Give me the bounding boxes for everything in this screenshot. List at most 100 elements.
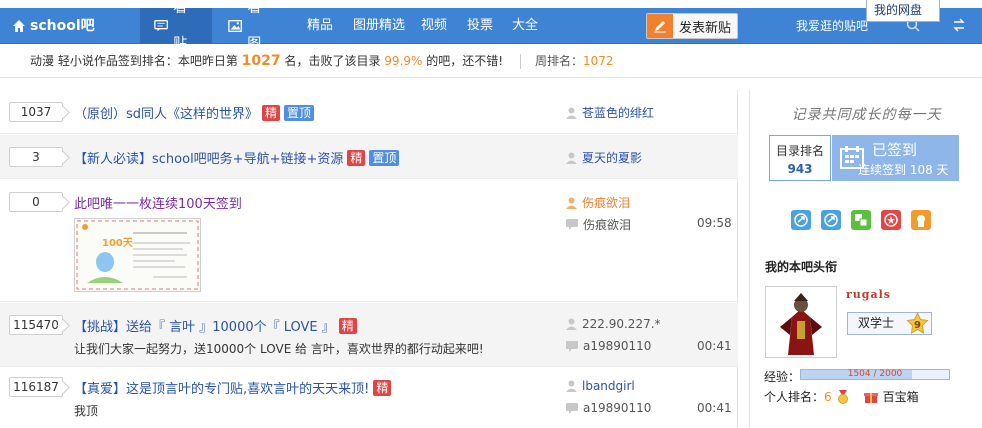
medal-icon <box>837 389 848 404</box>
experience-text: 1504 / 2000 <box>847 369 903 379</box>
sign-info-prefix: 动漫 轻小说作品签到排名：本吧昨日第 <box>30 54 238 68</box>
reply-count: 3 <box>9 147 63 167</box>
thread-title-link[interactable]: （原创）sd同人《这样的世界》精置顶 <box>74 103 315 122</box>
sign-percent: 99.9% <box>384 54 423 68</box>
thread-title[interactable]: 此吧唯一一枚连续100天签到 <box>74 193 242 212</box>
reply-count: 1037 <box>9 102 63 122</box>
brand-label: school吧 <box>30 18 95 34</box>
tab-images[interactable]: 看图 <box>214 0 286 52</box>
sign-info-bar: 动漫 轻小说作品签到排名：本吧昨日第 1027 名，击败了该目录 99.9% 的… <box>0 45 982 78</box>
thread-author[interactable]: lbandgirl <box>566 379 635 393</box>
gift-icon[interactable] <box>911 210 931 230</box>
last-reply-time: 09:58 <box>697 216 732 230</box>
thread-abstract: 让我们大家一起努力，送10000个 LOVE 给 言叶，喜欢世界的都行动起来吧! <box>74 342 484 356</box>
checkin-certificate-image: 100天 <box>75 219 200 291</box>
user-icon <box>566 152 577 164</box>
thread-title-link[interactable]: 【新人必读】school吧吧务+导航+链接+资源精置顶 <box>74 148 400 167</box>
thread-author[interactable]: 夏天的夏影 <box>566 149 642 166</box>
top-nav: school吧 看贴 看图 精品 图册精选 视频 投票 大全 发表新贴 我爱逛的… <box>0 0 982 52</box>
directory-rank-box[interactable]: 目录排名 943 <box>769 135 831 181</box>
reply-count: 115470 <box>9 315 63 335</box>
personal-rank-label: 个人排名： <box>764 390 825 404</box>
tab-posts[interactable]: 看贴 <box>140 0 212 52</box>
featured-badge: 精 <box>262 105 281 121</box>
nav-link-albums[interactable]: 图册精选 <box>353 8 405 44</box>
thread-row: 1037 （原创）sd同人《这样的世界》精置顶 苍蓝色的绯红 <box>0 90 738 134</box>
last-reply-time: 00:41 <box>697 339 732 353</box>
sign-info-mid: 名，击败了该目录 <box>284 54 381 68</box>
personal-rank-value: 6 <box>824 389 832 404</box>
nav-link-videos[interactable]: 视频 <box>421 8 447 44</box>
thread-title[interactable]: （原创）sd同人《这样的世界》 <box>74 107 258 122</box>
author-name[interactable]: 苍蓝色的绯红 <box>582 104 654 121</box>
thread-title[interactable]: 【新人必读】school吧吧务+导航+链接+资源 <box>74 152 343 167</box>
nav-link-featured[interactable]: 精品 <box>307 8 333 44</box>
level-value: 9 <box>914 320 921 331</box>
thread-author[interactable]: 苍蓝色的绯红 <box>566 104 654 121</box>
gift-box-icon <box>863 392 878 403</box>
user-icon <box>566 197 577 209</box>
thread-abstract: 我顶 <box>74 404 99 418</box>
thread-row: 116187 【真爱】这是顶言叶的专门贴,喜欢言叶的天天来顶! 精 我顶 lban… <box>0 368 738 428</box>
thread-title[interactable]: 【真爱】这是顶言叶的专门贴,喜欢言叶的天天来顶! <box>74 382 369 397</box>
author-name[interactable]: lbandgirl <box>582 379 635 393</box>
thread-row: 3 【新人必读】school吧吧务+导航+链接+资源精置顶 夏天的夏影 <box>0 135 738 179</box>
link-icon[interactable] <box>821 210 841 230</box>
user-icon <box>566 318 577 330</box>
user-icon <box>566 107 577 119</box>
author-name: 222.90.227.* <box>582 317 661 331</box>
thread-row: 0 此吧唯一一枚连续100天签到 100天 伤痕欲泪 伤痕欲泪 09:58 <box>0 180 738 302</box>
favorite-bars-link[interactable]: 我爱逛的贴吧 <box>796 8 868 44</box>
week-rank-value: 1072 <box>583 54 614 68</box>
nav-link-all[interactable]: 大全 <box>512 8 538 44</box>
thread-title[interactable]: 【挑战】送给『 言叶 』10000个『 LOVE 』 <box>74 320 335 335</box>
last-reply-user[interactable]: a19890110 <box>566 339 651 353</box>
pen-icon <box>647 14 673 38</box>
book-icon[interactable] <box>851 210 871 230</box>
image-caption: 100天 <box>102 237 134 249</box>
reply-count: 0 <box>9 192 63 212</box>
reply-user-name[interactable]: a19890110 <box>583 339 651 353</box>
featured-badge: 精 <box>347 150 366 166</box>
signed-in-button[interactable]: 已签到 连续签到 108 天 <box>832 135 959 181</box>
reply-user-name[interactable]: a19890110 <box>583 401 651 415</box>
brand-link[interactable]: school吧 <box>12 8 95 44</box>
personal-rank: 个人排名： 6 百宝箱 <box>764 388 919 405</box>
nav-link-votes[interactable]: 投票 <box>467 8 493 44</box>
thread-title-link[interactable]: 【挑战】送给『 言叶 』10000个『 LOVE 』精 <box>74 316 357 335</box>
author-name[interactable]: 伤痕欲泪 <box>582 194 630 211</box>
new-post-button[interactable]: 发表新贴 <box>646 13 738 39</box>
new-post-label: 发表新贴 <box>679 20 732 36</box>
reply-icon <box>566 219 578 230</box>
home-icon <box>13 20 25 32</box>
last-reply-user[interactable]: 伤痕欲泪 <box>566 216 631 233</box>
thread-list: 1037 （原创）sd同人《这样的世界》精置顶 苍蓝色的绯红 3 【新人必读】s… <box>0 90 738 428</box>
pinned-badge: 置顶 <box>369 150 400 166</box>
last-reply-time: 00:41 <box>697 401 732 415</box>
swap-icon[interactable] <box>953 18 965 32</box>
reply-count: 116187 <box>9 377 63 397</box>
sign-info-suffix: 的吧，还不错! <box>426 54 504 68</box>
featured-badge: 精 <box>373 380 392 396</box>
thread-title-link[interactable]: 【真爱】这是顶言叶的专门贴,喜欢言叶的天天来顶! 精 <box>74 378 392 397</box>
divider <box>520 54 521 69</box>
treasure-box-link[interactable]: 百宝箱 <box>863 388 919 405</box>
right-sidebar: 记录共同成长的每一天 目录排名 943 已签到 连续签到 108 天 我的本吧头… <box>749 90 982 428</box>
thread-row: 115470 【挑战】送给『 言叶 』10000个『 LOVE 』精 让我们大家… <box>0 303 738 367</box>
sign-slogan: 记录共同成长的每一天 <box>791 107 942 123</box>
star-badge-icon[interactable] <box>881 210 901 230</box>
author-name[interactable]: 夏天的夏影 <box>582 149 642 166</box>
signed-label: 已签到 <box>872 141 918 159</box>
thread-author[interactable]: 伤痕欲泪 <box>566 194 630 211</box>
reply-user-name[interactable]: 伤痕欲泪 <box>583 216 631 233</box>
avatar[interactable] <box>765 286 837 358</box>
username[interactable]: rugals <box>846 288 891 301</box>
cloud-disk-popup[interactable]: 我的网盘 <box>866 0 940 22</box>
user-icon <box>566 380 577 392</box>
share-icon[interactable] <box>791 210 811 230</box>
sign-rank-value: 1027 <box>241 53 281 69</box>
thread-author[interactable]: 222.90.227.* <box>566 317 661 331</box>
last-reply-user[interactable]: a19890110 <box>566 401 651 415</box>
treasure-box-label[interactable]: 百宝箱 <box>883 388 919 405</box>
thread-thumbnail[interactable]: 100天 <box>74 218 201 292</box>
